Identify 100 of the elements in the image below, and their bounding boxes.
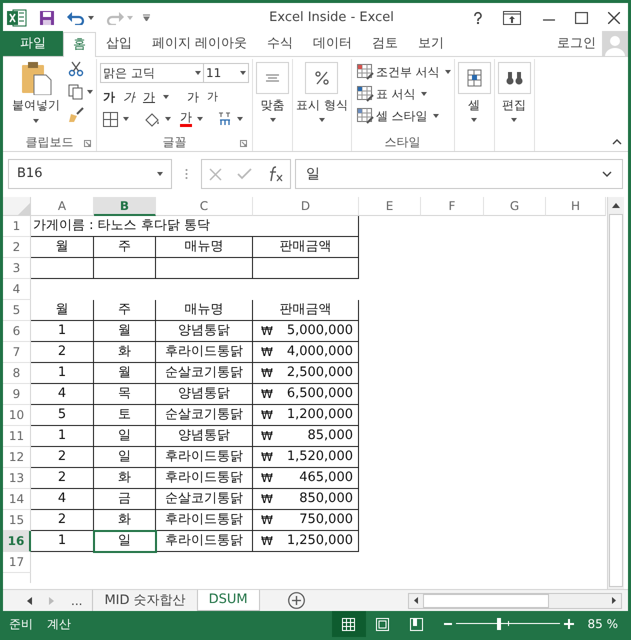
horizontal-scrollbar[interactable] — [408, 592, 622, 608]
caret-icon[interactable] — [237, 117, 243, 121]
caret-icon[interactable] — [270, 118, 276, 122]
column-header[interactable]: F — [421, 197, 484, 216]
ribbon-tab[interactable]: 검토 — [362, 31, 408, 56]
zoom-in-icon[interactable] — [564, 619, 574, 629]
save-icon[interactable] — [39, 10, 55, 26]
dialog-launcher-icon[interactable] — [240, 140, 247, 147]
table-format-icon[interactable] — [356, 86, 374, 102]
caret-icon[interactable] — [157, 172, 163, 176]
undo-icon[interactable] — [67, 10, 85, 24]
customize-icon[interactable] — [143, 14, 150, 21]
add-sheet-icon[interactable] — [288, 592, 305, 609]
paste-button[interactable]: 붙여넣기 — [12, 98, 60, 113]
zoom-slider[interactable] — [456, 618, 560, 630]
caret-icon[interactable] — [420, 92, 427, 96]
check-icon[interactable] — [236, 168, 252, 180]
clipboard-icon[interactable] — [20, 61, 52, 95]
scroll-right-icon[interactable] — [612, 597, 616, 604]
row-header[interactable]: 13 — [3, 468, 31, 489]
column-header[interactable]: G — [484, 197, 546, 216]
caret-icon[interactable] — [33, 119, 39, 123]
caret-icon[interactable] — [511, 118, 518, 122]
ribbon-tab[interactable]: 페이지 레이아웃 — [142, 31, 258, 56]
column-header[interactable]: A — [31, 197, 94, 216]
previous-sheet-icon[interactable] — [27, 596, 32, 604]
more-sheets-button[interactable]: ... — [71, 592, 82, 610]
maximize-icon[interactable] — [575, 12, 588, 24]
font-name-field[interactable]: 맑은 고딕 — [100, 63, 204, 83]
scissors-icon[interactable] — [68, 61, 84, 77]
table-cell[interactable] — [94, 258, 156, 279]
bold-button[interactable]: 가 — [103, 88, 115, 106]
row-header[interactable]: 14 — [3, 489, 31, 510]
style-menu-button[interactable]: 조건부 서식 — [376, 63, 440, 81]
caret-icon[interactable] — [318, 118, 325, 122]
ribbon-display-icon[interactable] — [503, 10, 521, 24]
row-header[interactable]: 7 — [3, 342, 31, 363]
column-header[interactable]: H — [546, 197, 606, 216]
underline-button[interactable]: 가 — [143, 88, 155, 106]
help-icon[interactable] — [473, 12, 483, 24]
row-header[interactable]: 12 — [3, 447, 31, 468]
ribbon-tab[interactable]: 수식 — [257, 31, 304, 56]
row-header[interactable]: 16 — [3, 531, 31, 552]
ribbon-tab[interactable]: 홈 — [63, 32, 96, 57]
italic-button[interactable]: 가 — [123, 88, 135, 106]
binoculars-icon[interactable] — [498, 62, 531, 94]
expand-icon[interactable] — [602, 171, 612, 177]
grow-font-button[interactable]: 가 — [187, 88, 199, 106]
row-header[interactable]: 17 — [3, 552, 31, 573]
zoom-out-icon[interactable] — [444, 620, 452, 628]
ribbon-tab[interactable]: 데이터 — [303, 31, 362, 56]
ribbon-tab[interactable]: 삽입 — [96, 31, 142, 56]
cells-button[interactable]: 셀 — [468, 97, 480, 114]
borders-icon[interactable] — [103, 112, 118, 126]
dialog-launcher-icon[interactable] — [84, 140, 91, 147]
alignment-button[interactable]: 맞춤 — [260, 97, 284, 114]
row-header[interactable]: 4 — [3, 279, 31, 300]
scroll-up-icon[interactable] — [612, 203, 620, 208]
spreadsheet-logo-icon[interactable] — [7, 8, 27, 26]
caret-icon[interactable] — [163, 95, 169, 99]
percent-icon[interactable] — [305, 62, 338, 94]
zoom-thumb[interactable] — [497, 618, 502, 630]
row-header[interactable]: 8 — [3, 363, 31, 384]
vertical-scrollbar[interactable] — [607, 197, 624, 589]
sheet-tab[interactable]: DSUM — [198, 590, 260, 612]
caret-icon[interactable] — [432, 114, 439, 118]
row-header[interactable]: 11 — [3, 426, 31, 447]
collapse-ribbon-icon[interactable] — [612, 139, 622, 145]
grid-icon[interactable] — [458, 62, 491, 94]
caret-icon[interactable] — [87, 90, 93, 94]
scroll-left-icon[interactable] — [414, 597, 418, 604]
ribbon-tab[interactable]: 보기 — [408, 31, 454, 56]
caret-icon[interactable] — [123, 117, 129, 121]
caret-icon[interactable] — [88, 16, 94, 20]
number-format-button[interactable]: 표시 형식 — [296, 97, 348, 114]
style-menu-button[interactable]: 표 서식 — [376, 85, 416, 103]
conditional-format-icon[interactable] — [356, 64, 374, 80]
fill-bucket-icon[interactable] — [144, 112, 160, 126]
cell-style-icon[interactable] — [356, 108, 374, 124]
ribbon-tab[interactable]: 파일 — [3, 31, 63, 56]
more-options-icon[interactable] — [185, 168, 188, 180]
row-header[interactable]: 5 — [3, 300, 31, 321]
close-icon[interactable] — [608, 12, 620, 24]
table-cell[interactable] — [156, 258, 253, 279]
row-header[interactable]: 2 — [3, 237, 31, 258]
table-cell[interactable] — [253, 258, 359, 279]
style-menu-button[interactable]: 셀 스타일 — [376, 107, 428, 125]
copy-icon[interactable] — [68, 84, 84, 100]
row-header[interactable]: 9 — [3, 384, 31, 405]
shrink-font-button[interactable]: 가 — [207, 88, 218, 106]
caret-icon[interactable] — [471, 118, 478, 122]
caret-icon[interactable] — [240, 71, 246, 75]
sign-in-link[interactable]: 로그인 — [557, 34, 596, 54]
row-header[interactable]: 10 — [3, 405, 31, 426]
row-header[interactable]: 6 — [3, 321, 31, 342]
caret-icon[interactable] — [444, 70, 451, 74]
column-header[interactable]: C — [156, 197, 253, 216]
row-header[interactable]: 15 — [3, 510, 31, 531]
row-header[interactable]: 3 — [3, 258, 31, 279]
caret-icon[interactable] — [197, 117, 203, 121]
